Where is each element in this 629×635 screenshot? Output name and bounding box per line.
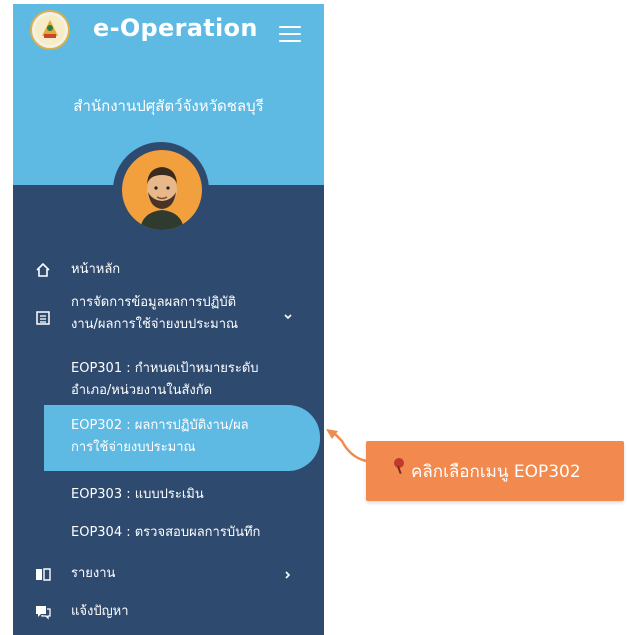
- subitem-label: EOP303 : แบบประเมิน: [71, 487, 204, 502]
- subitem-label: EOP304 : ตรวจสอบผลการบันทึก: [71, 525, 261, 540]
- subitem-label-line2: อำเภอ/หน่วยงานในสังกัด: [71, 383, 213, 398]
- sidebar-item-label: หน้าหลัก: [71, 262, 121, 277]
- sidebar-item-label-line1: การจัดการข้อมูลผลการปฏิบัติ: [71, 295, 237, 310]
- chevron-right-icon: [285, 571, 291, 579]
- app-title: e-Operation: [93, 14, 258, 42]
- home-icon: [36, 262, 50, 277]
- sidebar-subitem-eop301[interactable]: EOP301 : กำหนดเป้าหมายระดับ อำเภอ/หน่วยง…: [13, 358, 324, 404]
- subitem-label-line2: การใช้จ่ายงบประมาณ: [71, 440, 196, 455]
- pin-icon: [394, 458, 404, 475]
- subitem-label-line1: EOP302 : ผลการปฏิบัติงาน/ผล: [71, 418, 249, 433]
- sidebar-subitem-eop304[interactable]: EOP304 : ตรวจสอบผลการบันทึก: [13, 520, 324, 546]
- sidebar-item-data-management[interactable]: การจัดการข้อมูลผลการปฏิบัติ งาน/ผลการใช้…: [13, 292, 324, 342]
- sidebar-item-label: รายงาน: [71, 566, 116, 581]
- org-name: สำนักงานปศุสัตว์จังหวัดชลบุรี: [73, 97, 264, 115]
- sidebar-item-label: แจ้งปัญหา: [71, 604, 129, 619]
- instruction-callout: คลิกเลือกเมนู EOP302: [366, 441, 624, 501]
- document-list-icon: [36, 311, 50, 325]
- sidebar-item-home[interactable]: หน้าหลัก: [13, 256, 324, 286]
- chat-icon: [36, 606, 51, 620]
- sidebar-subitem-eop303[interactable]: EOP303 : แบบประเมิน: [13, 482, 324, 508]
- annotation-arrow-icon: [326, 429, 367, 463]
- hamburger-menu-icon[interactable]: [279, 26, 301, 44]
- sidebar-item-reports[interactable]: รายงาน: [13, 560, 324, 588]
- logo-icon: [30, 10, 70, 50]
- avatar: [122, 150, 202, 230]
- sidebar-item-report-problem[interactable]: แจ้งปัญหา: [13, 598, 324, 626]
- callout-text: คลิกเลือกเมนู EOP302: [411, 462, 581, 482]
- sidebar-item-label-line2: งาน/ผลการใช้จ่ายงบประมาณ: [71, 317, 239, 332]
- brand-row: e-Operation: [13, 4, 324, 54]
- chevron-down-icon: [284, 314, 292, 320]
- sidebar-subitem-eop302-active[interactable]: EOP302 : ผลการปฏิบัติงาน/ผล การใช้จ่ายงบ…: [44, 405, 320, 471]
- subitem-label-line1: EOP301 : กำหนดเป้าหมายระดับ: [71, 361, 259, 376]
- book-icon: [36, 568, 51, 581]
